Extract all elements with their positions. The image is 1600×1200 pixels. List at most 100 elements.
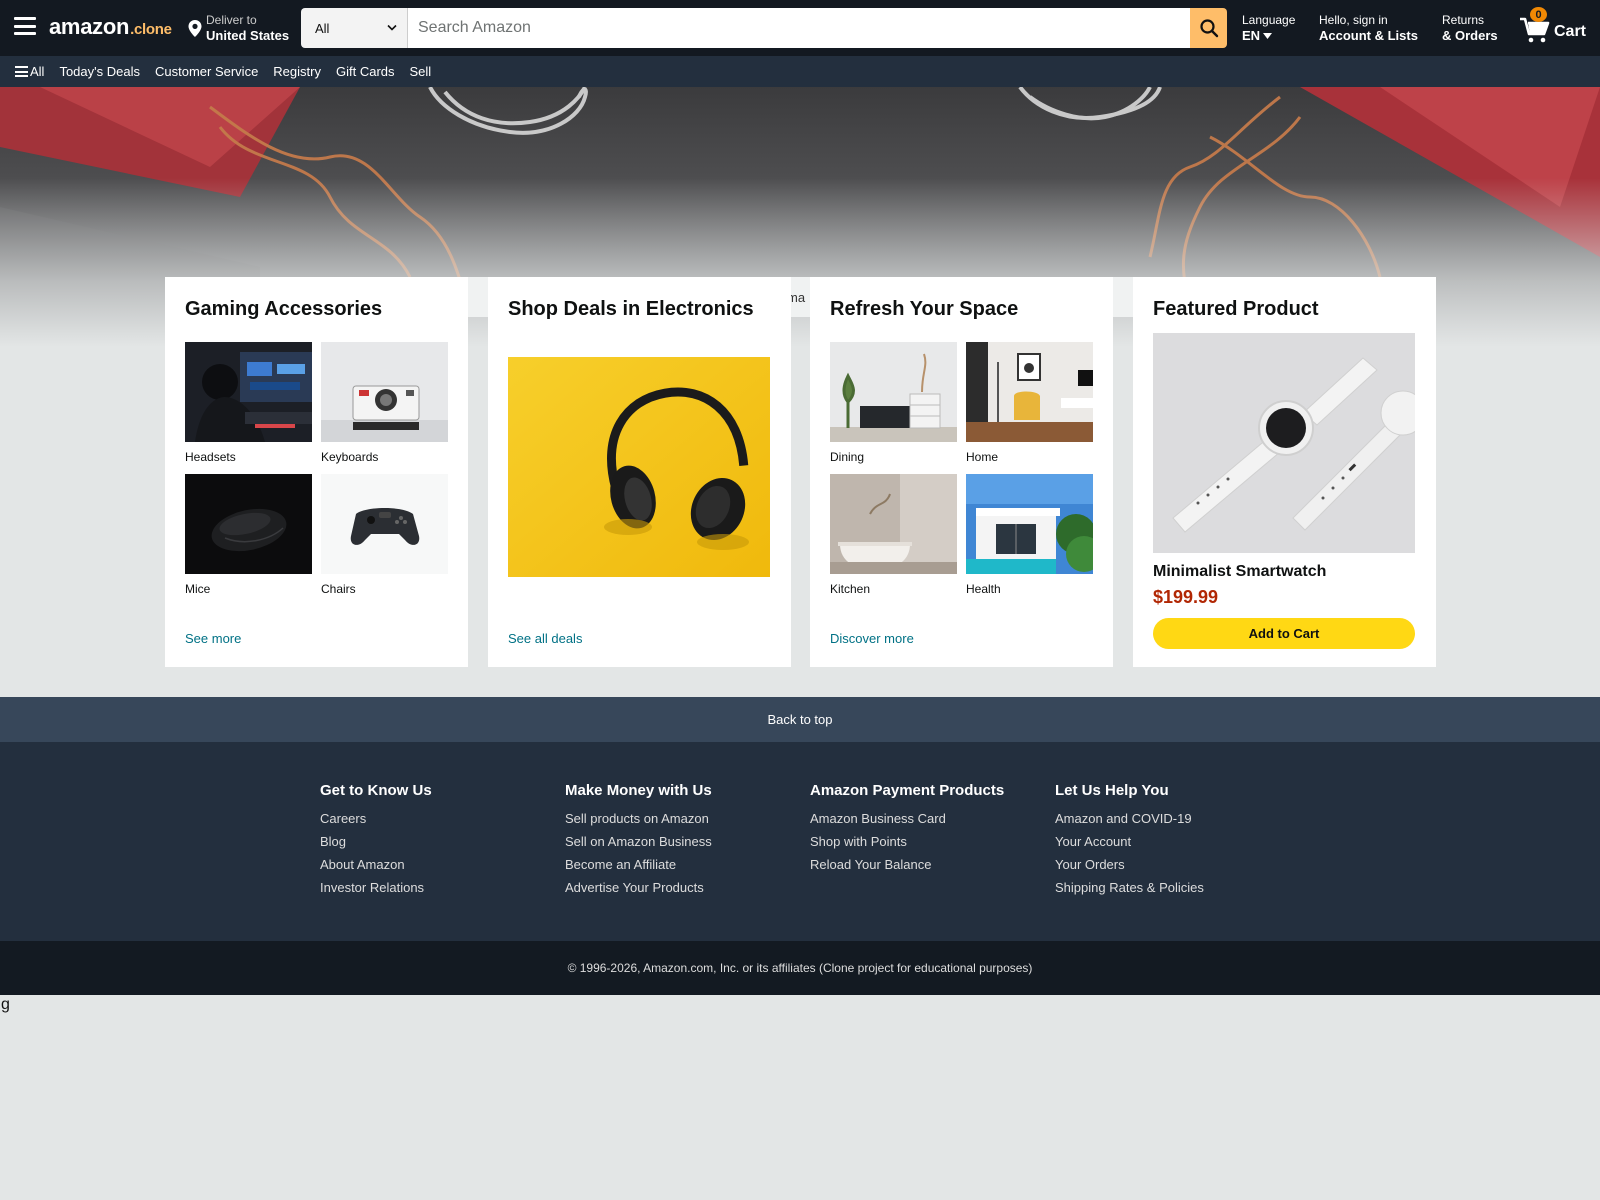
footer-column-title: Amazon Payment Products [810,782,1005,799]
footer-link[interactable]: Sell on Amazon Business [565,834,712,849]
footer-link[interactable]: Advertise Your Products [565,880,712,895]
health-image [966,474,1093,574]
card-electronics-deals: Shop Deals in Electronics See all deals [488,277,791,667]
language-value: EN [1242,28,1261,43]
hamburger-icon [15,66,28,77]
footer-link[interactable]: Sell products on Amazon [565,811,712,826]
search-button[interactable] [1190,8,1227,48]
footer-column-title: Make Money with Us [565,782,712,799]
tile-label: Mice [185,582,211,596]
returns-label: Returns [1442,13,1485,27]
card-title: Refresh Your Space [830,298,1019,320]
see-more-link[interactable]: See more [185,631,241,646]
add-to-cart-button[interactable]: Add to Cart [1153,618,1415,649]
subnav-todays-deals[interactable]: Today's Deals [59,64,140,79]
card-title: Featured Product [1153,298,1319,320]
orders-label: & Orders [1442,28,1498,43]
chairs-image [321,474,448,574]
subnav-all[interactable]: All [15,64,44,79]
footer-column-help: Let Us Help You Amazon and COVID-19 Your… [1055,782,1204,903]
footer-link[interactable]: Amazon and COVID-19 [1055,811,1204,826]
headphones-image [508,357,770,577]
caret-down-icon [1263,32,1273,39]
footer-link[interactable]: About Amazon [320,857,432,872]
headphones-image-link[interactable] [508,357,770,577]
cart-button[interactable]: 0 Cart [1519,7,1591,44]
card-featured-product: Featured Product Minimalist Smartwatch $… [1133,277,1436,667]
tile-headsets[interactable]: Headsets [185,342,312,464]
footer-link[interactable]: Investor Relations [320,880,432,895]
see-all-deals-link[interactable]: See all deals [508,631,582,646]
footer-column-get-to-know-us: Get to Know Us Careers Blog About Amazon… [320,782,432,903]
deliver-location: United States [206,28,290,43]
hamburger-icon[interactable] [14,17,36,35]
home-image [966,342,1093,442]
copyright: © 1996-2026, Amazon.com, Inc. or its aff… [0,941,1600,995]
tile-label: Keyboards [321,450,379,464]
deliver-to[interactable]: Deliver to United States [188,13,289,43]
footer-links: Get to Know Us Careers Blog About Amazon… [0,742,1600,941]
featured-product-name: Minimalist Smartwatch [1153,563,1327,580]
back-to-top-button[interactable]: Back to top [0,697,1600,742]
tile-label: Headsets [185,450,236,464]
featured-product-price: $199.99 [1153,587,1219,607]
featured-product-image-link[interactable] [1153,333,1415,553]
top-nav: amazon.clone Deliver to United States Al… [0,0,1600,56]
subnav-registry[interactable]: Registry [273,64,321,79]
footer-link[interactable]: Amazon Business Card [810,811,1004,826]
cart-count-badge: 0 [1530,7,1547,22]
subnav-sell[interactable]: Sell [410,64,432,79]
search-category-value: All [315,20,330,36]
account-greeting: Hello, sign in [1319,13,1388,27]
tile-label: Chairs [321,582,356,596]
account-menu[interactable]: Hello, sign in Account & Lists [1319,13,1418,43]
stray-text: g [1,996,10,1013]
footer-link[interactable]: Reload Your Balance [810,857,1004,872]
tile-kitchen[interactable]: Kitchen [830,474,957,596]
tile-label: Home [966,450,999,464]
search-input[interactable] [408,8,1190,48]
tile-label: Kitchen [830,582,871,596]
footer-link[interactable]: Shipping Rates & Policies [1055,880,1204,895]
search-bar: All [301,8,1227,48]
chevron-down-icon [387,24,397,31]
footer-link[interactable]: Careers [320,811,432,826]
search-category-select[interactable]: All [301,8,408,48]
tile-keyboards[interactable]: Keyboards [321,342,448,464]
footer-link[interactable]: Shop with Points [810,834,1004,849]
subnav-gift-cards[interactable]: Gift Cards [336,64,395,79]
location-pin-icon [188,20,202,37]
tile-chairs[interactable]: Chairs [321,474,448,596]
card-title: Shop Deals in Electronics [508,298,754,320]
tile-mice[interactable]: Mice [185,474,312,596]
subnav-customer-service[interactable]: Customer Service [155,64,258,79]
footer-column-payment-products: Amazon Payment Products Amazon Business … [810,782,1004,880]
logo-text: amazon [49,14,130,39]
headsets-image [185,342,312,442]
tile-home[interactable]: Home [966,342,1093,464]
dining-image [830,342,957,442]
logo-suffix: .clone [130,21,172,38]
discover-more-link[interactable]: Discover more [830,631,914,646]
footer-link[interactable]: Blog [320,834,432,849]
sub-nav: All Today's Deals Customer Service Regis… [0,56,1600,87]
kitchen-image [830,474,957,574]
language-label: Language [1242,13,1296,27]
card-gaming-accessories: Gaming Accessories Headsets Keyboards Mi… [165,277,468,667]
card-refresh-your-space: Refresh Your Space Dining Home Kitchen H… [810,277,1113,667]
smartwatch-image [1153,333,1415,553]
tile-label: Health [966,582,1001,596]
account-label: Account & Lists [1319,28,1418,43]
search-icon [1199,19,1218,38]
returns-orders[interactable]: Returns & Orders [1442,13,1498,43]
footer-column-title: Get to Know Us [320,782,432,799]
subnav-all-label: All [30,64,45,79]
tile-dining[interactable]: Dining [830,342,957,464]
footer-column-make-money: Make Money with Us Sell products on Amaz… [565,782,712,903]
footer-link[interactable]: Become an Affiliate [565,857,712,872]
logo[interactable]: amazon.clone [49,14,172,40]
footer-link[interactable]: Your Account [1055,834,1204,849]
language-selector[interactable]: Language EN [1242,13,1295,43]
tile-health[interactable]: Health [966,474,1093,596]
footer-link[interactable]: Your Orders [1055,857,1204,872]
